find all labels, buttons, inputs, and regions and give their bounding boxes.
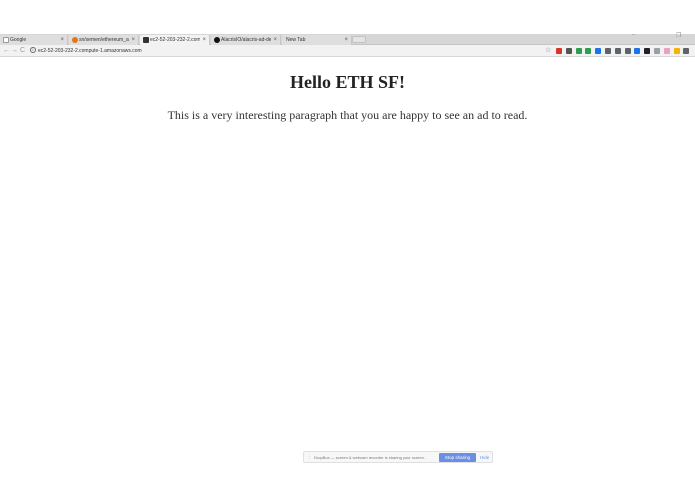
top-blank-area bbox=[0, 0, 695, 34]
ec2-favicon-icon bbox=[143, 37, 149, 43]
tab-close-icon[interactable]: × bbox=[344, 36, 348, 44]
extension-icon[interactable] bbox=[644, 48, 651, 54]
extension-icon[interactable] bbox=[663, 48, 670, 54]
page-content: Hello ETH SF! This is a very interesting… bbox=[0, 58, 695, 494]
maximize-icon[interactable]: ❐ bbox=[676, 32, 681, 39]
drag-handle-icon[interactable]: ⋮ bbox=[307, 453, 312, 462]
tab-new-tab[interactable]: New Tab × bbox=[282, 35, 352, 45]
extension-icon[interactable] bbox=[595, 48, 602, 54]
tab-close-icon[interactable]: × bbox=[202, 36, 206, 44]
tab-github-alacris[interactable]: AlacrisIO/alacris-ad-dem... × bbox=[211, 35, 281, 45]
extension-icon[interactable] bbox=[614, 48, 621, 54]
github-favicon-icon bbox=[214, 37, 220, 43]
tab-label: ec2-52-203-232-2.comp... bbox=[150, 37, 200, 43]
tab-strip: Google × sn/semen/ethereum_ar... × ec2-5… bbox=[0, 34, 695, 45]
google-favicon-icon bbox=[3, 37, 9, 43]
site-info-icon[interactable]: i bbox=[30, 47, 36, 53]
page-paragraph: This is a very interesting paragraph tha… bbox=[167, 108, 528, 122]
tab-close-icon[interactable]: × bbox=[60, 36, 64, 44]
extension-icon[interactable] bbox=[556, 48, 562, 54]
minimize-icon[interactable]: – bbox=[632, 32, 635, 38]
tab-label: sn/semen/ethereum_ar... bbox=[79, 37, 129, 43]
extension-icon[interactable] bbox=[575, 48, 582, 54]
browser-toolbar: ← → C i ec2-52-203-232-2.compute-1.amazo… bbox=[0, 45, 695, 57]
forward-arrow-icon[interactable]: → bbox=[11, 46, 18, 56]
page-heading: Hello ETH SF! bbox=[289, 72, 405, 92]
tab-label: New Tab bbox=[286, 37, 306, 43]
tab-ethereum-ar[interactable]: sn/semen/ethereum_ar... × bbox=[69, 35, 139, 45]
screen-share-message: DropBox — screen & webcam recorder is sh… bbox=[314, 455, 425, 460]
back-arrow-icon[interactable]: ← bbox=[3, 46, 10, 56]
extension-icon[interactable] bbox=[565, 48, 572, 54]
bookmark-star-icon[interactable]: ☆ bbox=[545, 45, 551, 56]
extension-icon[interactable] bbox=[673, 48, 680, 54]
tab-label: Google bbox=[10, 37, 27, 43]
hide-button[interactable]: Hide bbox=[480, 453, 489, 462]
extension-icon[interactable] bbox=[585, 48, 592, 54]
address-bar[interactable]: ec2-52-203-232-2.compute-1.amazonaws.com bbox=[38, 46, 142, 56]
extension-icon[interactable] bbox=[654, 48, 660, 54]
extension-icon[interactable] bbox=[624, 48, 631, 54]
extension-icon[interactable] bbox=[605, 48, 611, 54]
extension-icon[interactable] bbox=[634, 48, 641, 54]
tab-close-icon[interactable]: × bbox=[273, 36, 277, 44]
reload-icon[interactable]: C bbox=[20, 46, 25, 56]
stop-sharing-button[interactable]: Stop sharing bbox=[439, 453, 476, 462]
screen-share-notification: ⋮ DropBox — screen & webcam recorder is … bbox=[303, 451, 493, 463]
tab-google[interactable]: Google × bbox=[0, 35, 68, 45]
tab-ec2-active[interactable]: ec2-52-203-232-2.comp... × bbox=[140, 35, 210, 45]
fox-favicon-icon bbox=[72, 37, 78, 43]
tab-close-icon[interactable]: × bbox=[131, 36, 135, 44]
new-tab-button[interactable] bbox=[352, 36, 366, 43]
extension-icon[interactable] bbox=[683, 48, 690, 54]
tab-label: AlacrisIO/alacris-ad-dem... bbox=[221, 37, 271, 43]
